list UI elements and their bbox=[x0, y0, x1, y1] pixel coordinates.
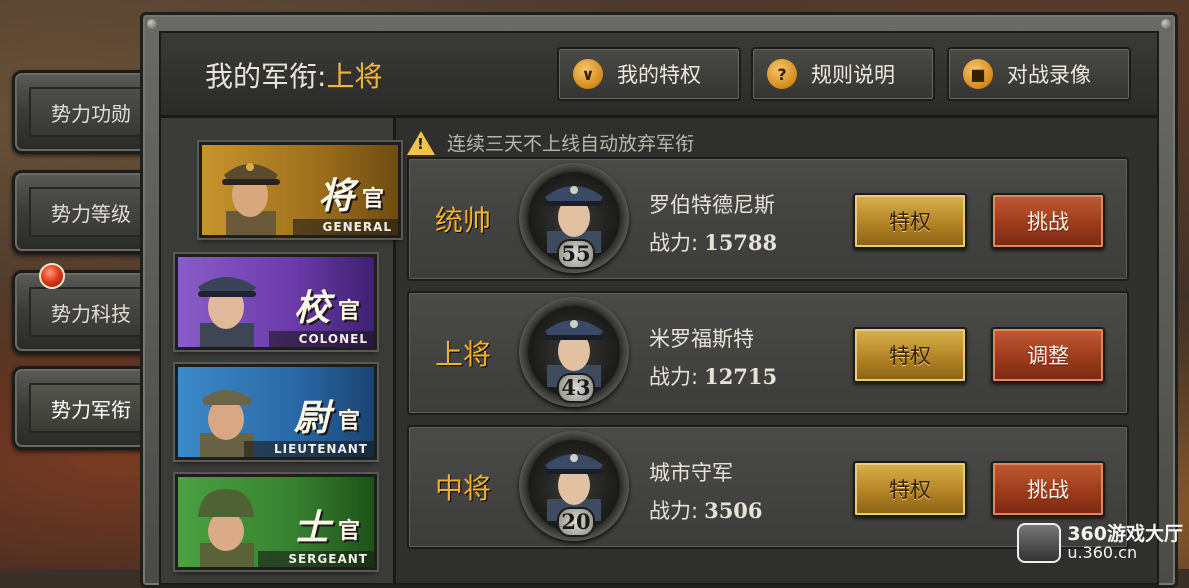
rank-panel: 我的军衔:上将 ∨ 我的特权 ? 规则说明 ■ 对战录像 将 官 GENERAL… bbox=[140, 12, 1178, 588]
power-value: 15788 bbox=[704, 230, 778, 255]
player-power: 战力: 3506 bbox=[649, 495, 763, 525]
rank-card-general[interactable]: 将 官 GENERAL bbox=[199, 142, 401, 238]
sidebar-item-label: 势力等级 bbox=[29, 187, 147, 237]
my-privilege-label: 我的特权 bbox=[617, 63, 701, 87]
warning-icon bbox=[407, 130, 435, 155]
adjust-button[interactable]: 调整 bbox=[991, 327, 1105, 383]
my-rank-value: 上将 bbox=[326, 60, 383, 93]
sidebar-item-merit[interactable]: 势力功勋 bbox=[12, 70, 150, 154]
challenge-button[interactable]: 挑战 bbox=[991, 193, 1105, 249]
rank-row: 统帅 55 罗伯特德尼斯 战力: 15788 特权 挑战 bbox=[407, 157, 1129, 281]
rank-category-list: 将 官 GENERAL 校 官 COLONEL 尉 官 LIEUTENANT 士… bbox=[161, 118, 401, 583]
colonel-portrait bbox=[198, 277, 256, 347]
player-power: 战力: 12715 bbox=[649, 361, 777, 391]
panel-header: 我的军衔:上将 ∨ 我的特权 ? 规则说明 ■ 对战录像 bbox=[161, 33, 1157, 118]
power-label: 战力: bbox=[649, 365, 699, 389]
general-portrait bbox=[222, 163, 280, 235]
chevron-down-icon: ∨ bbox=[573, 59, 603, 89]
rank-card-suffix: 官 bbox=[337, 409, 360, 434]
watermark-url: u.360.cn bbox=[1067, 543, 1138, 562]
rank-card-suffix: 官 bbox=[337, 519, 360, 544]
sidebar-item-label: 势力功勋 bbox=[29, 87, 147, 137]
player-name: 城市守军 bbox=[649, 461, 733, 485]
watermark: 360游戏大厅 u.360.cn bbox=[1017, 523, 1183, 563]
power-label: 战力: bbox=[649, 231, 699, 255]
notification-dot-icon bbox=[39, 263, 65, 289]
rules-label: 规则说明 bbox=[811, 63, 895, 87]
rank-card-colonel[interactable]: 校 官 COLONEL bbox=[175, 254, 377, 350]
sidebar-item-level[interactable]: 势力等级 bbox=[12, 170, 150, 254]
player-name: 米罗福斯特 bbox=[649, 327, 754, 351]
my-rank-label: 我的军衔: bbox=[205, 60, 327, 93]
rank-card-english: COLONEL bbox=[268, 331, 374, 347]
my-rank-title: 我的军衔:上将 bbox=[205, 55, 382, 95]
rank-card-title: 尉 bbox=[293, 398, 330, 439]
video-camera-icon: ■ bbox=[963, 59, 993, 89]
battle-replay-label: 对战录像 bbox=[1007, 63, 1091, 87]
sidebar-item-label: 势力科技 bbox=[29, 287, 147, 337]
sergeant-portrait bbox=[198, 489, 254, 567]
rivet-icon bbox=[147, 19, 157, 29]
challenge-button[interactable]: 挑战 bbox=[991, 461, 1105, 517]
player-avatar: 43 bbox=[519, 297, 629, 407]
player-level-badge: 20 bbox=[557, 507, 595, 537]
rules-button[interactable]: ? 规则说明 bbox=[751, 47, 935, 101]
power-value: 3506 bbox=[704, 498, 763, 523]
privilege-button[interactable]: 特权 bbox=[853, 461, 967, 517]
rank-card-title: 校 bbox=[293, 288, 330, 329]
player-avatar: 55 bbox=[519, 163, 629, 273]
power-label: 战力: bbox=[649, 499, 699, 523]
player-power: 战力: 15788 bbox=[649, 227, 777, 257]
player-avatar: 20 bbox=[519, 431, 629, 541]
player-name: 罗伯特德尼斯 bbox=[649, 193, 775, 217]
question-icon: ? bbox=[767, 59, 797, 89]
rank-card-suffix: 官 bbox=[361, 187, 384, 212]
rank-card-title: 士 bbox=[293, 508, 330, 549]
rivet-icon bbox=[1161, 19, 1171, 29]
privilege-button[interactable]: 特权 bbox=[853, 327, 967, 383]
rank-card-english: LIEUTENANT bbox=[244, 441, 374, 457]
notice-text: 连续三天不上线自动放弃军衔 bbox=[447, 133, 695, 155]
battle-replay-button[interactable]: ■ 对战录像 bbox=[947, 47, 1131, 101]
rank-notice: 连续三天不上线自动放弃军衔 bbox=[407, 129, 694, 156]
privilege-button[interactable]: 特权 bbox=[853, 193, 967, 249]
rank-card-sergeant[interactable]: 士 官 SERGEANT bbox=[175, 474, 377, 570]
gamepad-logo-icon bbox=[1017, 523, 1062, 563]
row-rank-name: 中将 bbox=[435, 472, 492, 505]
rank-card-lieutenant[interactable]: 尉 官 LIEUTENANT bbox=[175, 364, 377, 460]
player-level-badge: 43 bbox=[557, 373, 595, 403]
row-rank-name: 统帅 bbox=[435, 204, 492, 237]
sidebar-item-tech[interactable]: 势力科技 bbox=[12, 263, 150, 354]
row-rank-name: 上将 bbox=[435, 338, 492, 371]
rank-row: 上将 43 米罗福斯特 战力: 12715 特权 调整 bbox=[407, 291, 1129, 415]
rank-card-suffix: 官 bbox=[337, 299, 360, 324]
my-privilege-button[interactable]: ∨ 我的特权 bbox=[557, 47, 741, 101]
player-level-badge: 55 bbox=[557, 239, 595, 269]
rank-card-title: 将 bbox=[317, 176, 354, 217]
watermark-title: 360游戏大厅 bbox=[1067, 523, 1183, 545]
rank-card-english: SERGEANT bbox=[258, 551, 374, 567]
power-value: 12715 bbox=[704, 364, 778, 389]
rank-card-english: GENERAL bbox=[292, 219, 398, 235]
